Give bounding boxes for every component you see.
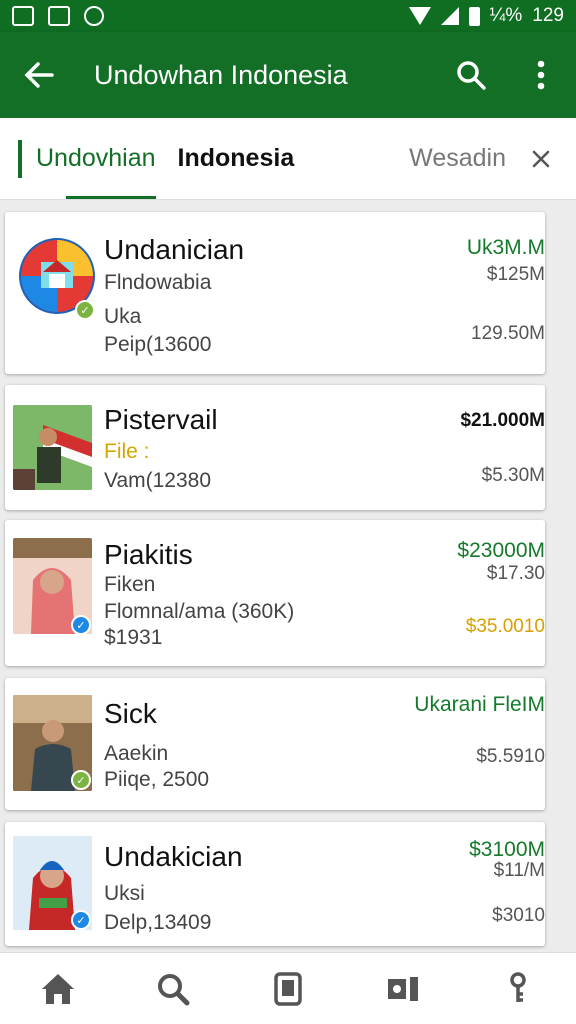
list-item[interactable]: ✓ Piakitis Fiken Flomnal/ama (360K) $193… [5,520,545,666]
item-price: $21.000M [460,410,545,431]
list-item[interactable]: ✓ Undakician Uksi Delp,13409 $3100M $11/… [5,822,545,946]
item-price: Ukarani FleIM [414,693,545,716]
nav-key[interactable] [488,959,548,1019]
app-bar: Undowhan Indonesia [0,32,576,118]
back-button[interactable] [0,32,78,118]
item-thumbnail [13,405,92,490]
library-icon [388,976,419,1001]
item-detail: Delp,13409 [104,911,212,934]
arrow-left-icon [24,62,54,88]
battery-percent: ¼% [489,5,523,26]
nav-library[interactable] [373,959,433,1019]
item-title: Undakician [104,841,243,872]
item-price: $5.30M [481,465,545,486]
list-item[interactable]: Pistervail File : Vam(12380 $21.000M $5.… [5,385,545,510]
verified-badge-icon: ✓ [71,770,91,790]
tab-undovhian[interactable]: Undovhian [18,139,156,178]
close-tab-button[interactable] [506,118,576,200]
camera-notification-icon [84,6,104,26]
bottom-navigation [0,952,576,1024]
item-price: $125M [486,264,545,285]
item-title: Sick [104,698,157,729]
item-title: Piakitis [104,539,193,570]
wifi-icon [408,7,431,25]
list-item[interactable]: ✓ Undanician Flndowabia Uka Peip(13600 U… [5,212,545,374]
item-subtitle: Fiken [104,573,156,596]
tab-bar: Undovhian Indonesia Wesadin [0,118,576,200]
close-icon [532,150,550,167]
item-detail: Piiqe, 2500 [104,768,210,791]
item-price: $23000M [457,539,545,562]
tablet-icon [274,971,302,1006]
more-vert-icon [537,60,545,90]
search-button[interactable] [436,32,506,118]
item-price: $3100M [469,838,545,861]
search-icon [157,973,190,1005]
signal-icon [440,7,459,25]
item-price: $3010 [492,905,545,926]
item-detail: Uka [104,305,142,328]
item-detail: $1931 [104,626,163,649]
home-icon [41,973,74,1004]
verified-badge-icon: ✓ [75,300,95,320]
item-title: Undanician [104,234,245,265]
status-bar: ¼% 129 [0,0,576,32]
item-subtitle: Uksi [104,882,145,905]
nav-tablet[interactable] [258,959,318,1019]
tab-indonesia[interactable]: Indonesia [178,118,295,200]
item-subtitle: File : [104,440,150,463]
list-item[interactable]: ✓ Sick Aaekin Piiqe, 2500 Ukarani FleIM … [5,678,545,810]
more-options-button[interactable] [506,32,576,118]
page-title: Undowhan Indonesia [94,59,348,90]
search-icon [457,61,486,90]
verified-badge-icon: ✓ [71,910,91,930]
tab-wesadin[interactable]: Wesadin [409,118,506,200]
gallery-notification-icon [48,6,70,26]
image-notification-icon [12,6,34,26]
key-icon [510,971,527,1002]
item-detail: Flomnal/ama (360K) [104,600,295,623]
nav-search[interactable] [143,959,203,1019]
item-price: $17.30 [486,563,545,584]
nav-home[interactable] [28,959,88,1019]
item-detail: Vam(12380 [104,469,212,492]
item-price: 129.50M [471,323,545,344]
item-price: $35.0010 [465,616,545,637]
item-price: Uk3M.M [466,236,545,259]
item-price: $11/M [493,860,545,881]
item-detail: Peip(13600 [104,333,212,356]
item-price: $5.5910 [476,746,545,767]
clock: 129 [532,5,564,26]
battery-icon [468,6,480,26]
item-title: Pistervail [104,404,218,435]
item-subtitle: Aaekin [104,742,169,765]
verified-badge-icon: ✓ [71,615,91,635]
tab-indicator [66,196,156,199]
item-subtitle: Flndowabia [104,271,212,294]
